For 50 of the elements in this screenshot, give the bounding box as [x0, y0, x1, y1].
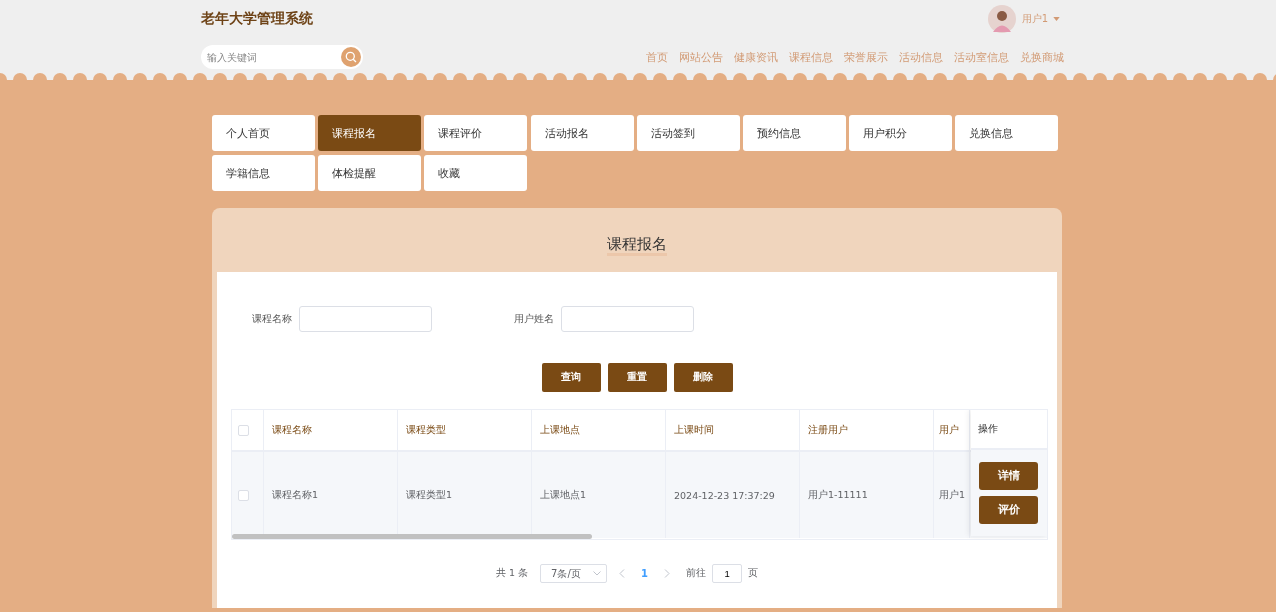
table-cell: 课程类型1: [406, 488, 453, 502]
column-header: 课程类型: [406, 423, 446, 437]
checkbox[interactable]: [238, 489, 249, 501]
column-header: 用户: [939, 423, 959, 437]
total-count: 共 1 条: [495, 567, 529, 580]
table-cell: 用户1-11111: [808, 488, 868, 502]
tab[interactable]: 课程报名: [318, 115, 422, 151]
tab[interactable]: 用户积分: [849, 115, 953, 151]
avatar-icon[interactable]: [987, 5, 1016, 33]
table-cell: 上课地点1: [540, 488, 587, 502]
table-cell: 课程名称1: [272, 488, 319, 502]
row-button[interactable]: 评价: [979, 496, 1038, 524]
table-cell: 用户1: [939, 488, 966, 502]
column-header: 上课地点: [540, 423, 580, 437]
input-field[interactable]: [299, 306, 432, 332]
tab[interactable]: 个人首页: [212, 115, 315, 151]
tab[interactable]: 活动报名: [530, 115, 634, 151]
column-header: 课程名称: [272, 423, 312, 437]
action-button[interactable]: 删除: [673, 363, 733, 392]
search-icon[interactable]: [341, 47, 361, 67]
action-button[interactable]: 重置: [607, 363, 667, 392]
column-header: 注册用户: [808, 423, 848, 437]
tab[interactable]: 活动签到: [636, 115, 740, 151]
checkbox[interactable]: [238, 424, 249, 436]
tab[interactable]: 预约信息: [742, 115, 846, 151]
tab[interactable]: 兑换信息: [955, 115, 1059, 151]
action-button[interactable]: 查询: [541, 363, 601, 392]
search-field[interactable]: 输入关键词: [201, 45, 363, 69]
input-field[interactable]: [561, 306, 694, 332]
chevron-left-icon[interactable]: [619, 569, 626, 578]
field-label: 用户姓名: [514, 312, 554, 326]
tab[interactable]: 收藏: [424, 155, 528, 191]
page-size-select[interactable]: 7条/页: [540, 564, 608, 583]
page-suffix: 页: [748, 567, 759, 580]
panel-title: 课程报名: [607, 234, 667, 256]
site-title: 老年大学管理系统: [201, 10, 313, 28]
chevron-right-icon[interactable]: [664, 569, 671, 578]
field-label: 课程名称: [252, 312, 292, 326]
row-button[interactable]: 详情: [979, 462, 1038, 490]
tab[interactable]: 课程评价: [424, 115, 528, 151]
caret-icon: [1053, 17, 1060, 21]
scrollbar-thumb[interactable]: [232, 534, 592, 539]
tab[interactable]: 学籍信息: [212, 155, 315, 191]
table-cell: 2024-12-23 17:37:29: [674, 489, 775, 501]
chevron-down-icon: [593, 571, 602, 576]
page-input[interactable]: 1: [712, 564, 743, 583]
tab[interactable]: 体检提醒: [318, 155, 422, 191]
column-header: 操作: [978, 422, 998, 436]
column-header: 上课时间: [674, 423, 714, 437]
goto-label: 前往: [686, 567, 707, 580]
